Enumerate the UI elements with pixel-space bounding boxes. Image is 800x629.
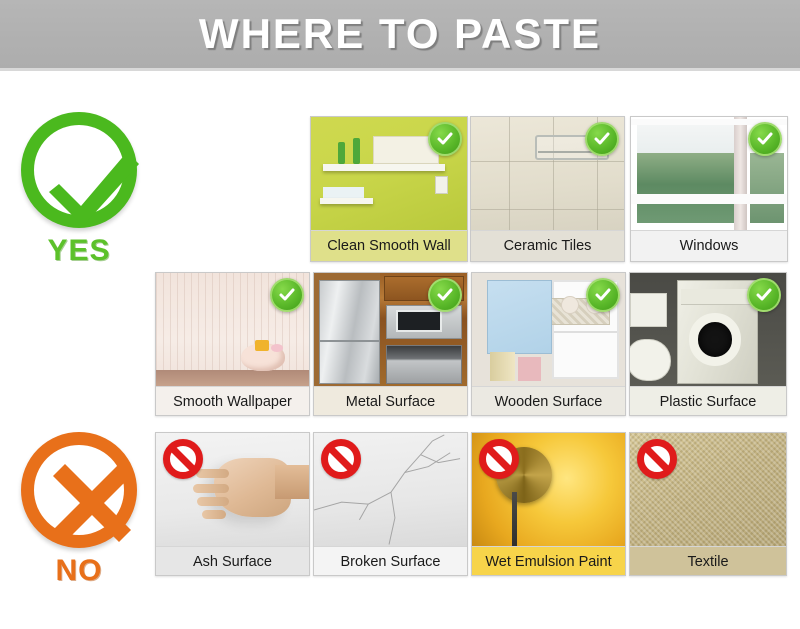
card-photo — [156, 433, 309, 546]
green-check-badge-icon — [747, 278, 781, 312]
card-wet-emulsion-paint[interactable]: Wet Emulsion Paint — [471, 432, 626, 576]
card-label: Metal Surface — [314, 386, 467, 415]
card-photo — [630, 433, 786, 546]
card-broken-surface[interactable]: Broken Surface — [313, 432, 468, 576]
verdict-no: NO — [4, 432, 154, 588]
card-textile[interactable]: Textile — [629, 432, 787, 576]
check-circle-icon — [21, 112, 139, 228]
card-windows[interactable]: Windows — [630, 116, 788, 262]
card-label: Broken Surface — [314, 546, 467, 575]
cross-circle-icon — [21, 432, 137, 548]
card-photo — [471, 117, 624, 230]
card-label: Ceramic Tiles — [471, 230, 624, 261]
green-check-badge-icon — [586, 278, 620, 312]
card-smooth-wallpaper[interactable]: Smooth Wallpaper — [155, 272, 310, 416]
card-photo — [630, 273, 786, 386]
green-check-badge-icon — [748, 122, 782, 156]
card-label: Wet Emulsion Paint — [472, 546, 625, 575]
card-photo — [631, 117, 787, 230]
card-photo — [472, 273, 625, 386]
infographic-page: WHERE TO PASTE YES NO Clean Smooth Wall … — [0, 0, 800, 629]
card-label: Textile — [630, 546, 786, 575]
card-ash-surface[interactable]: Ash Surface — [155, 432, 310, 576]
card-label: Wooden Surface — [472, 386, 625, 415]
card-photo — [156, 273, 309, 386]
card-photo — [472, 433, 625, 546]
card-photo — [314, 273, 467, 386]
card-photo — [314, 433, 467, 546]
card-label: Clean Smooth Wall — [311, 230, 467, 261]
card-label: Plastic Surface — [630, 386, 786, 415]
red-prohibition-badge-icon — [321, 439, 361, 479]
green-check-badge-icon — [585, 122, 619, 156]
red-prohibition-badge-icon — [637, 439, 677, 479]
red-prohibition-badge-icon — [163, 439, 203, 479]
card-wooden-surface[interactable]: Wooden Surface — [471, 272, 626, 416]
card-clean-smooth-wall[interactable]: Clean Smooth Wall — [310, 116, 468, 262]
green-check-badge-icon — [270, 278, 304, 312]
red-prohibition-badge-icon — [479, 439, 519, 479]
card-label: Ash Surface — [156, 546, 309, 575]
card-label: Smooth Wallpaper — [156, 386, 309, 415]
card-photo — [311, 117, 467, 230]
green-check-badge-icon — [428, 122, 462, 156]
card-label: Windows — [631, 230, 787, 261]
green-check-badge-icon — [428, 278, 462, 312]
verdict-yes: YES — [4, 112, 154, 268]
card-plastic-surface[interactable]: Plastic Surface — [629, 272, 787, 416]
card-metal-surface[interactable]: Metal Surface — [313, 272, 468, 416]
page-title: WHERE TO PASTE — [198, 10, 602, 57]
card-ceramic-tiles[interactable]: Ceramic Tiles — [470, 116, 625, 262]
header-banner: WHERE TO PASTE — [0, 0, 800, 68]
header-divider — [0, 68, 800, 71]
